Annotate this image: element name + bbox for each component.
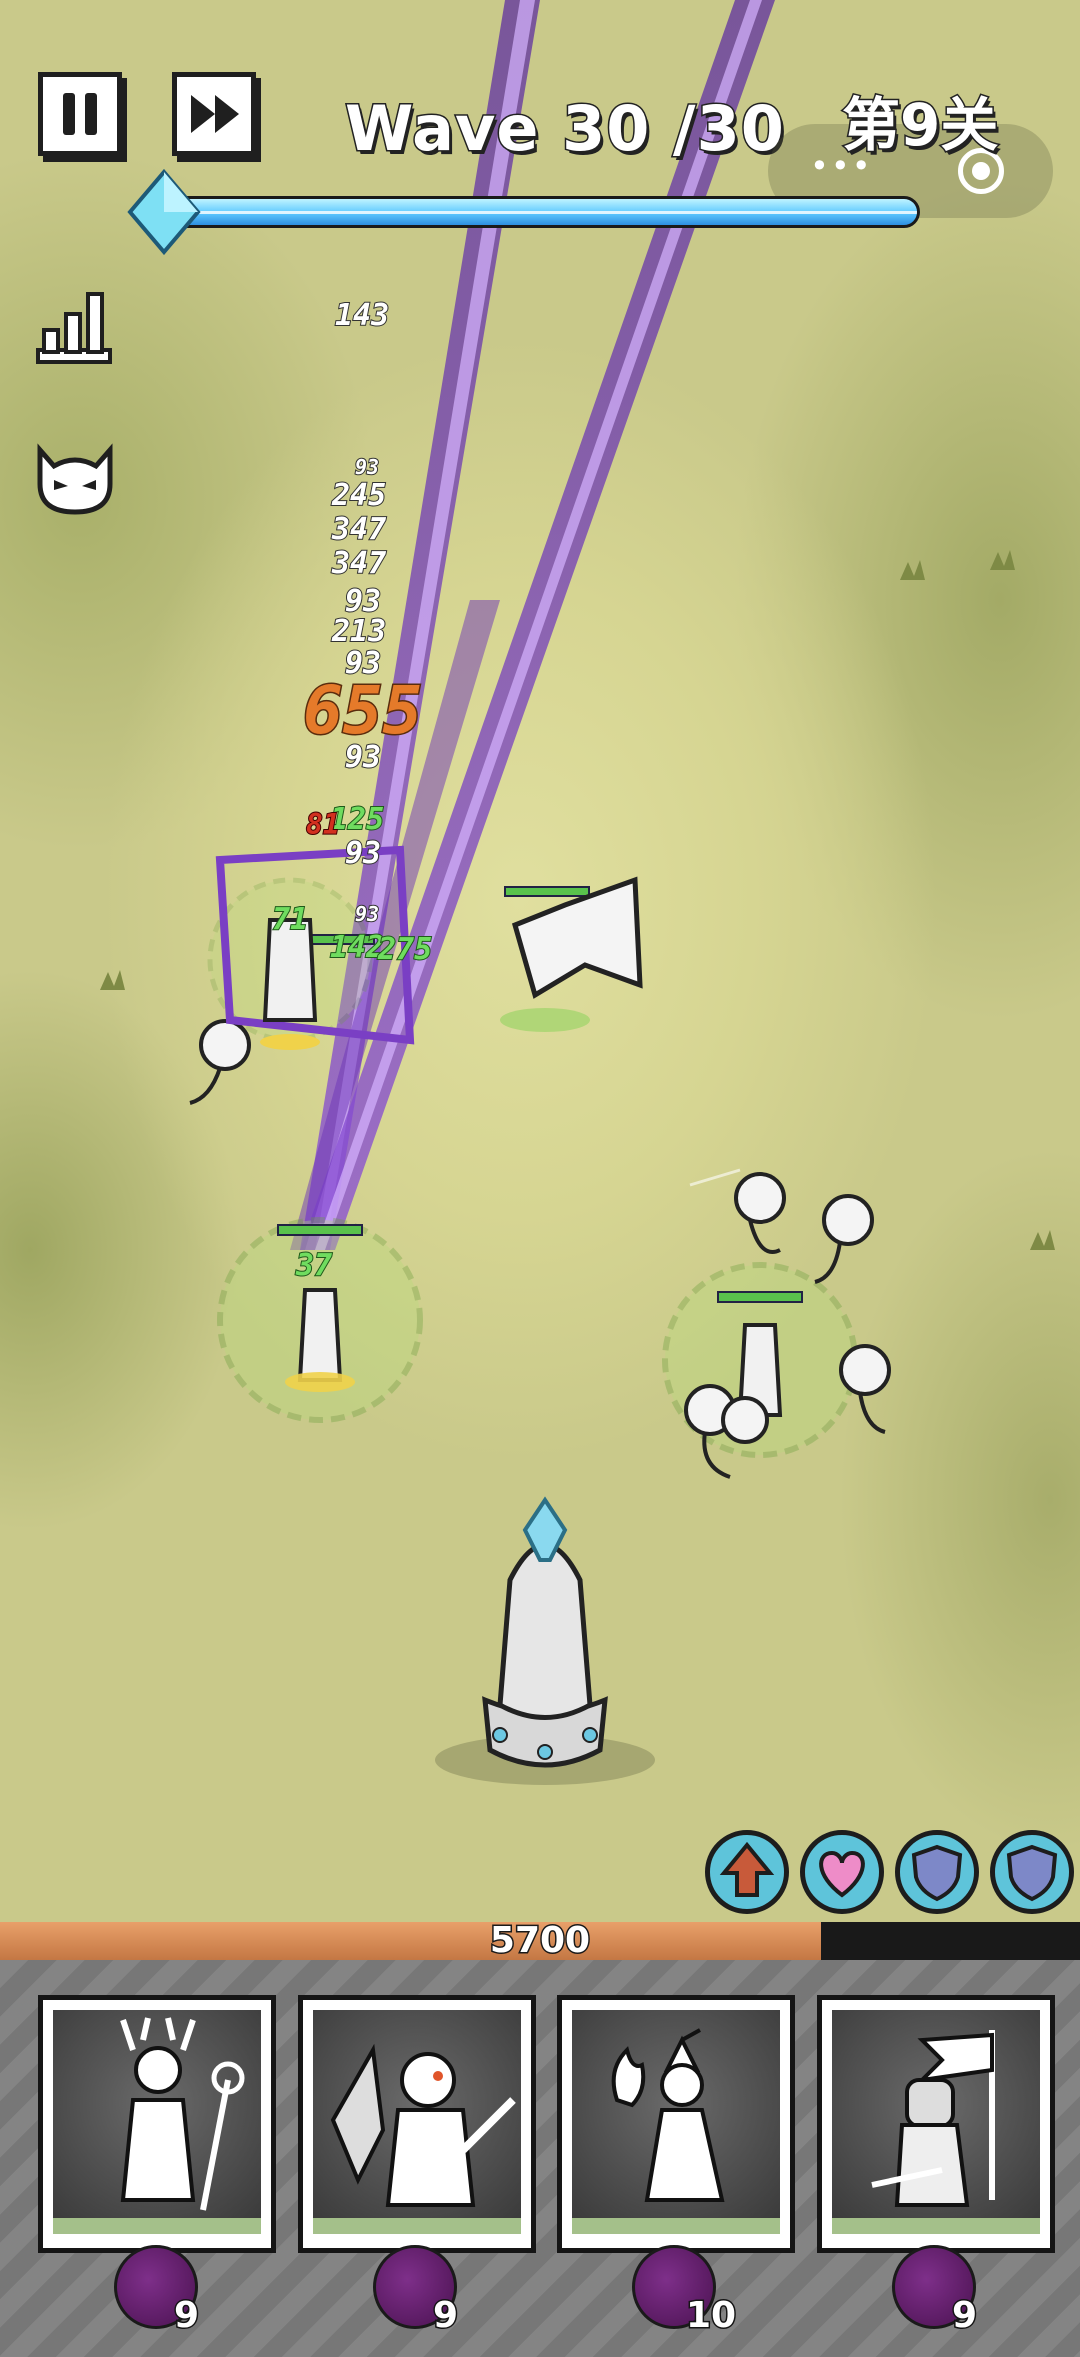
laser-beams — [100, 0, 1055, 1785]
crystal-icon — [127, 168, 201, 256]
stats-button[interactable] — [34, 288, 114, 368]
druid-hero-card[interactable] — [38, 1995, 276, 2253]
base-hp-value: 5700 — [488, 1919, 591, 1963]
hero-portrait — [832, 2010, 1040, 2218]
hero-card-bar — [313, 2218, 521, 2234]
battlefield: 143 245 347 347 93 213 93 655 93 125 93 … — [0, 0, 1080, 1925]
bar-chart-icon — [36, 292, 112, 364]
heal-number: 142 — [329, 929, 385, 966]
skill-heal-button[interactable] — [800, 1830, 884, 1914]
bat-demon-hero-card[interactable] — [298, 1995, 536, 2253]
damage-number: 213 — [331, 613, 387, 650]
hero-card-bar — [832, 2218, 1040, 2234]
fire-mage-hero-card[interactable] — [557, 1995, 795, 2253]
heal-number: 71 — [271, 901, 309, 938]
fire-mage-icon — [611, 2028, 725, 2202]
heart-icon — [819, 1850, 865, 1898]
attack-up-icon — [719, 1841, 775, 1897]
pause-icon — [63, 93, 75, 135]
hero-unit-bat-demon — [500, 876, 643, 1032]
damage-number: 93 — [354, 901, 380, 927]
skill-shield-button-2[interactable] — [990, 1830, 1074, 1914]
pause-button[interactable] — [38, 72, 122, 156]
hero-portrait — [572, 2010, 780, 2218]
hero-portrait — [53, 2010, 261, 2218]
damage-number: 93 — [344, 835, 382, 872]
knight-level-count: 9 — [950, 2294, 978, 2338]
heal-number: 275 — [377, 931, 433, 968]
damage-number: 347 — [331, 511, 387, 548]
base-hp-bar: 5700 — [0, 1919, 1080, 1963]
heal-number: 37 — [295, 1247, 333, 1284]
winged-demon-icon — [330, 2043, 516, 2207]
damage-number: 81 — [305, 807, 341, 842]
fast-forward-button[interactable] — [172, 72, 256, 156]
fast-forward-icon — [191, 95, 239, 133]
druid-level-count: 9 — [172, 2294, 200, 2338]
level-label: 第9关 — [840, 90, 999, 161]
hero-card-bar — [572, 2218, 780, 2234]
player-tower — [435, 1496, 655, 1785]
hero-portrait — [313, 2010, 521, 2218]
hero-card-bar — [53, 2218, 261, 2234]
knight-hero-card[interactable] — [817, 1995, 1055, 2253]
antler-druid-icon — [120, 2017, 245, 2211]
knight-banner-icon — [871, 2030, 995, 2207]
skill-attack-up-button[interactable] — [705, 1830, 789, 1914]
damage-number: 347 — [331, 545, 387, 582]
wave-counter: Wave 30 /30 — [344, 91, 786, 167]
fire-mage-level-count: 10 — [684, 2294, 737, 2338]
shield-icon — [911, 1844, 963, 1902]
shield-icon — [1006, 1844, 1058, 1902]
damage-number: 93 — [354, 454, 380, 480]
devil-face-icon — [37, 443, 113, 515]
bat-demon-level-count: 9 — [431, 2294, 459, 2338]
critical-damage-number: 655 — [301, 671, 423, 751]
damage-number: 93 — [344, 739, 382, 776]
enemy-info-button[interactable] — [32, 442, 118, 518]
pause-icon-bar — [85, 93, 97, 135]
skill-shield-button[interactable] — [895, 1830, 979, 1914]
damage-number: 245 — [331, 477, 387, 514]
wave-progress-bar — [160, 196, 920, 228]
damage-number: 143 — [334, 297, 390, 334]
